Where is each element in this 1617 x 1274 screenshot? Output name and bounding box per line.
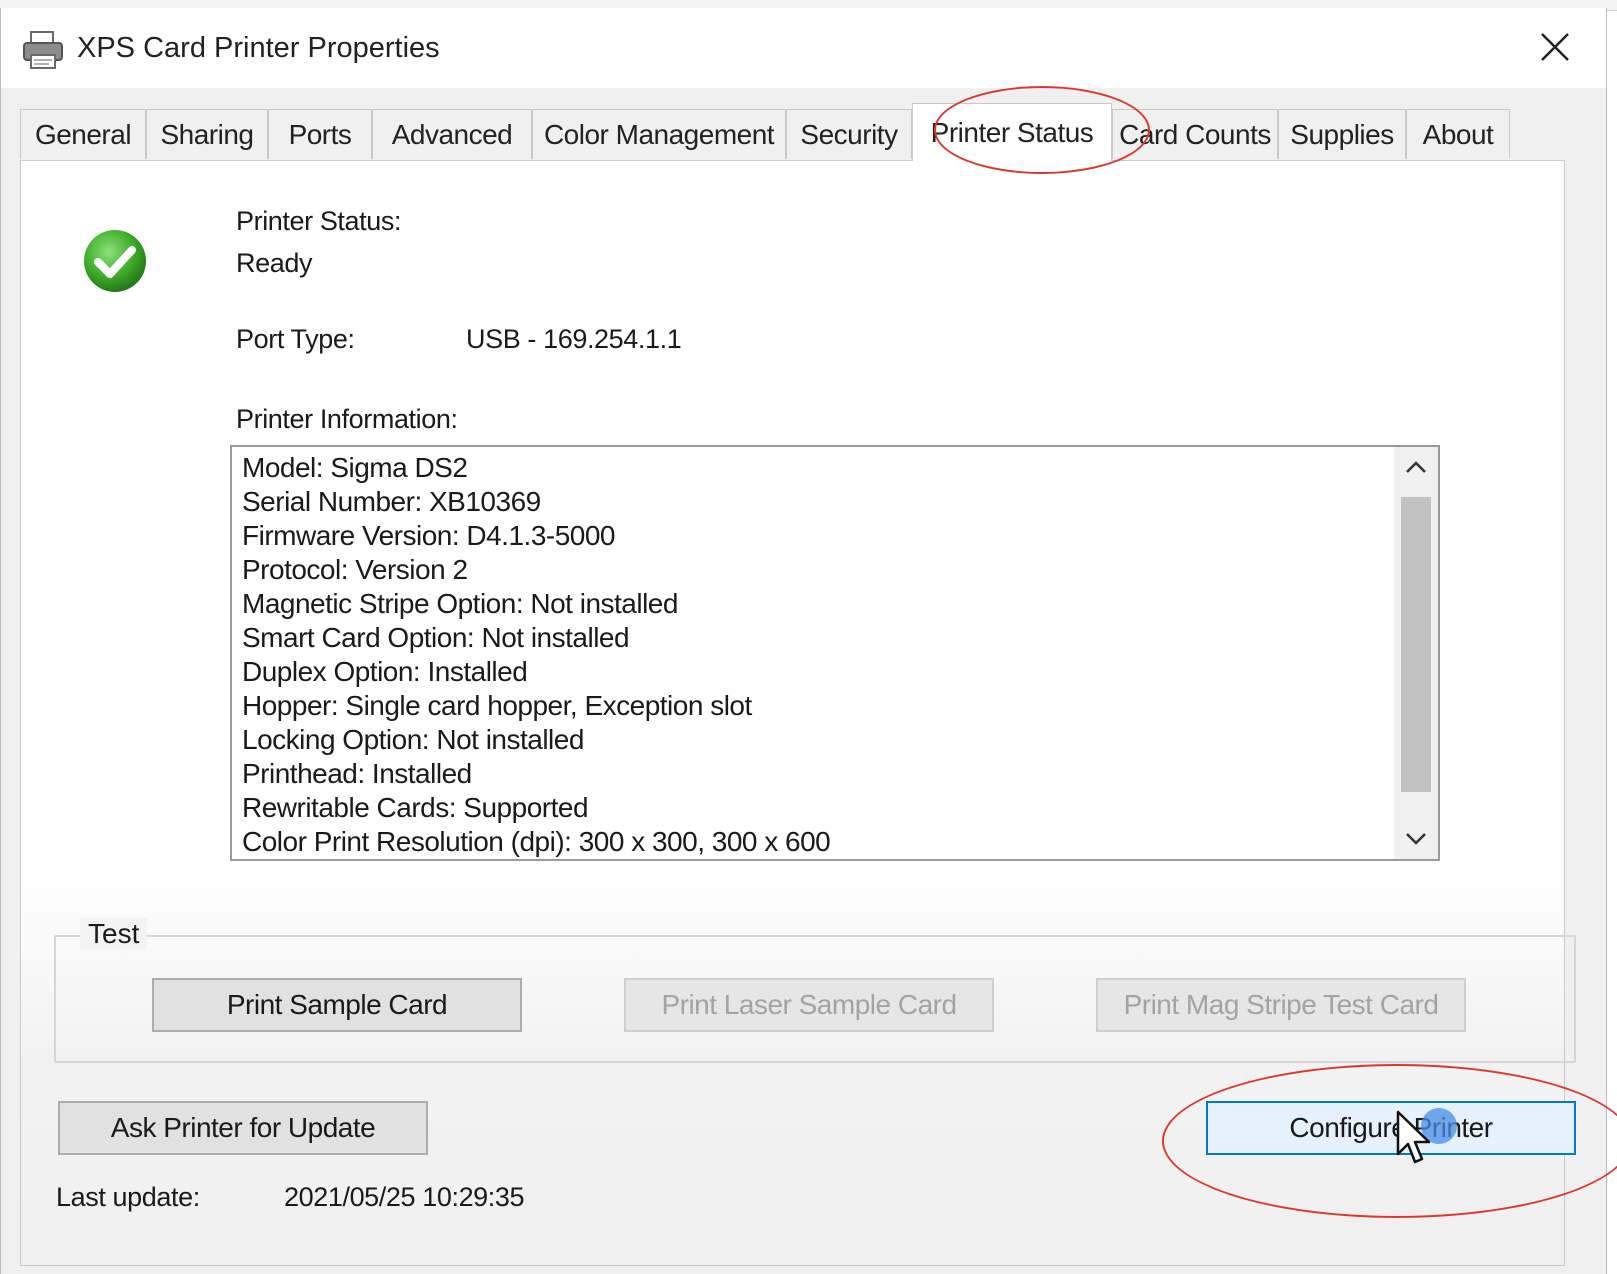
last-update-label: Last update: bbox=[56, 1182, 200, 1212]
green-checkmark-icon bbox=[84, 230, 146, 292]
info-line: Firmware Version: D4.1.3-5000 bbox=[242, 520, 616, 551]
info-line: Smart Card Option: Not installed bbox=[242, 622, 630, 653]
info-line: Color Print Resolution (dpi): 300 x 300,… bbox=[242, 826, 831, 857]
chevron-up-icon bbox=[1406, 461, 1426, 473]
test-group-label: Test bbox=[80, 918, 148, 950]
info-line: Serial Number: XB10369 bbox=[242, 486, 541, 517]
close-button[interactable] bbox=[1530, 22, 1580, 72]
printer-icon bbox=[23, 31, 63, 69]
tab-card-counts[interactable]: Card Counts bbox=[1112, 109, 1278, 159]
tab-security[interactable]: Security bbox=[786, 109, 912, 159]
print-sample-card-button[interactable]: Print Sample Card bbox=[152, 978, 522, 1032]
tab-sharing[interactable]: Sharing bbox=[146, 109, 268, 159]
tab-printer-status[interactable]: Printer Status bbox=[912, 103, 1112, 161]
print-mag-stripe-test-card-button[interactable]: Print Mag Stripe Test Card bbox=[1096, 978, 1466, 1032]
scroll-up-button[interactable] bbox=[1394, 447, 1438, 487]
tab-about[interactable]: About bbox=[1406, 109, 1510, 159]
scroll-down-button[interactable] bbox=[1394, 819, 1438, 859]
info-line: Rewritable Cards: Supported bbox=[242, 792, 589, 823]
printer-information-listbox[interactable]: Model: Sigma DS2 Serial Number: XB10369 … bbox=[230, 445, 1440, 861]
tab-ports[interactable]: Ports bbox=[268, 109, 372, 159]
info-line: Locking Option: Not installed bbox=[242, 724, 584, 755]
close-icon bbox=[1541, 33, 1569, 61]
info-line: Duplex Option: Installed bbox=[242, 656, 528, 687]
print-laser-sample-card-button[interactable]: Print Laser Sample Card bbox=[624, 978, 994, 1032]
info-line: Model: Sigma DS2 bbox=[242, 452, 468, 483]
configure-printer-button[interactable]: Configure Printer bbox=[1206, 1101, 1576, 1155]
last-update-value: 2021/05/25 10:29:35 bbox=[284, 1182, 525, 1212]
window-title: XPS Card Printer Properties bbox=[77, 32, 440, 64]
port-type-label: Port Type: bbox=[236, 324, 355, 354]
port-type-value: USB - 169.254.1.1 bbox=[466, 324, 682, 354]
printer-status-value: Ready bbox=[236, 248, 313, 278]
vertical-scrollbar[interactable] bbox=[1394, 447, 1438, 859]
info-line: Hopper: Single card hopper, Exception sl… bbox=[242, 690, 752, 721]
mouse-cursor-icon bbox=[1396, 1110, 1431, 1164]
tab-color-management[interactable]: Color Management bbox=[532, 109, 786, 159]
printer-information-label: Printer Information: bbox=[236, 404, 458, 434]
title-bar: XPS Card Printer Properties bbox=[1, 8, 1606, 88]
tab-general[interactable]: General bbox=[20, 109, 146, 159]
tab-advanced[interactable]: Advanced bbox=[372, 109, 532, 159]
info-line: Printhead: Installed bbox=[242, 758, 472, 789]
printer-status-label: Printer Status: bbox=[236, 206, 402, 236]
ask-printer-for-update-button[interactable]: Ask Printer for Update bbox=[58, 1101, 428, 1155]
info-line: Magnetic Stripe Option: Not installed bbox=[242, 588, 678, 619]
chevron-down-icon bbox=[1406, 833, 1426, 845]
tab-supplies[interactable]: Supplies bbox=[1278, 109, 1406, 159]
info-line: Protocol: Version 2 bbox=[242, 554, 468, 585]
tab-bar: General Sharing Ports Advanced Color Man… bbox=[20, 103, 1560, 161]
scroll-thumb[interactable] bbox=[1401, 497, 1431, 792]
